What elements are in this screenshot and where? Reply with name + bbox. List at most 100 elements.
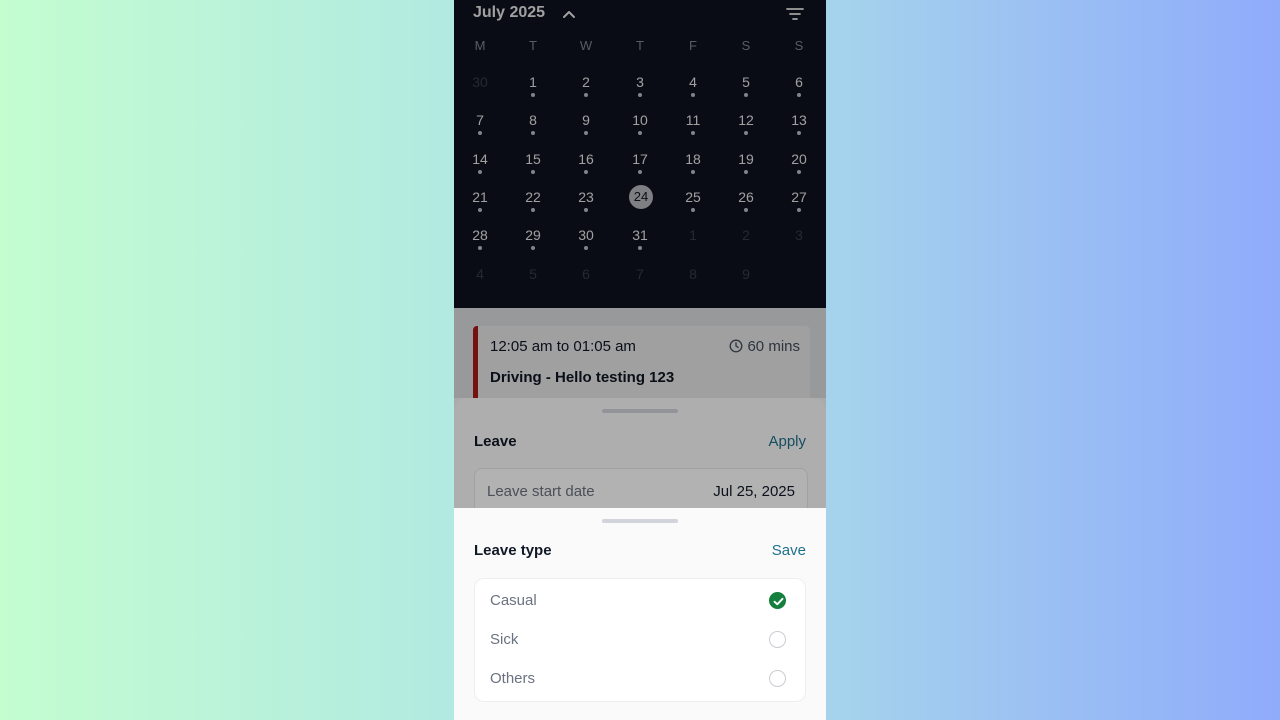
calendar-day-outside-month[interactable]: 1 [673, 226, 713, 260]
option-label: Casual [490, 592, 537, 609]
event-indicator-dot [744, 208, 748, 212]
calendar-day[interactable]: 28 [460, 226, 500, 260]
day-number: 11 [685, 112, 701, 128]
calendar-day[interactable]: 18 [673, 150, 713, 184]
day-number: 16 [578, 151, 594, 167]
day-number: 6 [795, 74, 803, 90]
option-casual[interactable]: Casual [475, 582, 805, 620]
calendar-day-outside-month[interactable]: 6 [566, 265, 606, 299]
event-indicator-dot [531, 208, 535, 212]
option-others[interactable]: Others [475, 660, 805, 698]
day-number: 8 [689, 266, 697, 282]
day-number: 5 [742, 74, 750, 90]
calendar-day[interactable]: 26 [726, 188, 766, 222]
calendar-day-outside-month[interactable]: 5 [513, 265, 553, 299]
day-number: 24 [629, 185, 653, 209]
calendar-day-outside-month[interactable]: 8 [673, 265, 713, 299]
day-number: 7 [476, 112, 484, 128]
calendar-day-outside-month[interactable]: 2 [726, 226, 766, 260]
calendar: July 2025 MTWTFSS 30 1 2 3 4 5 6 7 8 9 10 11 12 13 14 1… [454, 0, 826, 308]
calendar-day[interactable]: 19 [726, 150, 766, 184]
leave-type-sheet: Leave type Save Casual Sick Others [454, 508, 826, 720]
event-title: Driving - Hello testing 123 [490, 369, 675, 386]
day-number: 18 [685, 151, 701, 167]
leave-type-options: Casual Sick Others [474, 578, 806, 702]
calendar-day-outside-month[interactable]: 30 [460, 73, 500, 107]
event-duration-text: 60 mins [747, 338, 800, 355]
calendar-day[interactable]: 11 [673, 111, 713, 145]
calendar-day[interactable]: 24 [620, 185, 660, 222]
calendar-day[interactable]: 30 [566, 226, 606, 260]
calendar-day[interactable]: 2 [566, 73, 606, 107]
calendar-day[interactable]: 27 [779, 188, 819, 222]
day-number: 6 [582, 266, 590, 282]
calendar-day-outside-month[interactable]: 4 [460, 265, 500, 299]
calendar-day[interactable]: 21 [460, 188, 500, 222]
event-indicator-dot [744, 93, 748, 97]
event-indicator-dot [797, 208, 801, 212]
option-label: Others [490, 670, 536, 687]
calendar-day-outside-month[interactable]: 3 [779, 226, 819, 260]
calendar-day[interactable]: 3 [620, 73, 660, 107]
calendar-day[interactable]: 14 [460, 150, 500, 184]
day-number: 2 [582, 74, 590, 90]
calendar-day[interactable]: 23 [566, 188, 606, 222]
sheet-drag-handle[interactable] [602, 409, 678, 413]
event-indicator-dot [531, 246, 535, 250]
day-number: 1 [689, 227, 697, 243]
event-indicator-dot [478, 246, 482, 250]
day-number: 20 [791, 151, 807, 167]
day-number: 29 [525, 227, 541, 243]
calendar-day-outside-month[interactable]: 9 [726, 265, 766, 299]
calendar-day[interactable]: 12 [726, 111, 766, 145]
radio-icon[interactable] [769, 631, 786, 648]
day-number: 3 [795, 227, 803, 243]
calendar-day[interactable]: 9 [566, 111, 606, 145]
checkmark-icon[interactable] [769, 592, 786, 609]
day-number: 2 [742, 227, 750, 243]
calendar-day[interactable]: 16 [566, 150, 606, 184]
calendar-day[interactable]: 29 [513, 226, 553, 260]
calendar-day[interactable]: 7 [460, 111, 500, 145]
calendar-day[interactable]: 6 [779, 73, 819, 107]
day-number: 22 [525, 189, 541, 205]
option-sick[interactable]: Sick [475, 621, 805, 659]
leave-sheet-title: Leave [474, 433, 517, 450]
day-number: 30 [578, 227, 594, 243]
day-number: 30 [472, 74, 488, 90]
event-indicator-dot [584, 93, 588, 97]
calendar-day[interactable]: 15 [513, 150, 553, 184]
event-indicator-dot [691, 208, 695, 212]
event-indicator-dot [744, 131, 748, 135]
calendar-day[interactable]: 22 [513, 188, 553, 222]
sheet-drag-handle[interactable] [602, 519, 678, 523]
apply-button[interactable]: Apply [768, 433, 806, 450]
calendar-day[interactable]: 20 [779, 150, 819, 184]
radio-icon[interactable] [769, 670, 786, 687]
calendar-day[interactable]: 17 [620, 150, 660, 184]
event-indicator-dot [531, 93, 535, 97]
calendar-day[interactable]: 5 [726, 73, 766, 107]
calendar-day[interactable]: 31 [620, 226, 660, 260]
calendar-day[interactable]: 13 [779, 111, 819, 145]
day-number: 31 [632, 227, 648, 243]
calendar-day[interactable]: 1 [513, 73, 553, 107]
day-number: 9 [742, 266, 750, 282]
save-button[interactable]: Save [772, 542, 806, 559]
day-number: 27 [791, 189, 807, 205]
event-indicator-dot [797, 131, 801, 135]
calendar-day[interactable]: 10 [620, 111, 660, 145]
calendar-day[interactable]: 25 [673, 188, 713, 222]
day-number: 14 [472, 151, 488, 167]
event-indicator-dot [584, 246, 588, 250]
calendar-day[interactable]: 8 [513, 111, 553, 145]
event-card[interactable]: 12:05 am to 01:05 am 60 mins Driving - H… [473, 326, 810, 402]
day-number: 5 [529, 266, 537, 282]
day-number: 7 [636, 266, 644, 282]
day-number: 25 [685, 189, 701, 205]
day-number: 8 [529, 112, 537, 128]
calendar-day-outside-month[interactable]: 7 [620, 265, 660, 299]
event-indicator-dot [691, 131, 695, 135]
leave-start-date-label: Leave start date [487, 483, 595, 500]
calendar-day[interactable]: 4 [673, 73, 713, 107]
